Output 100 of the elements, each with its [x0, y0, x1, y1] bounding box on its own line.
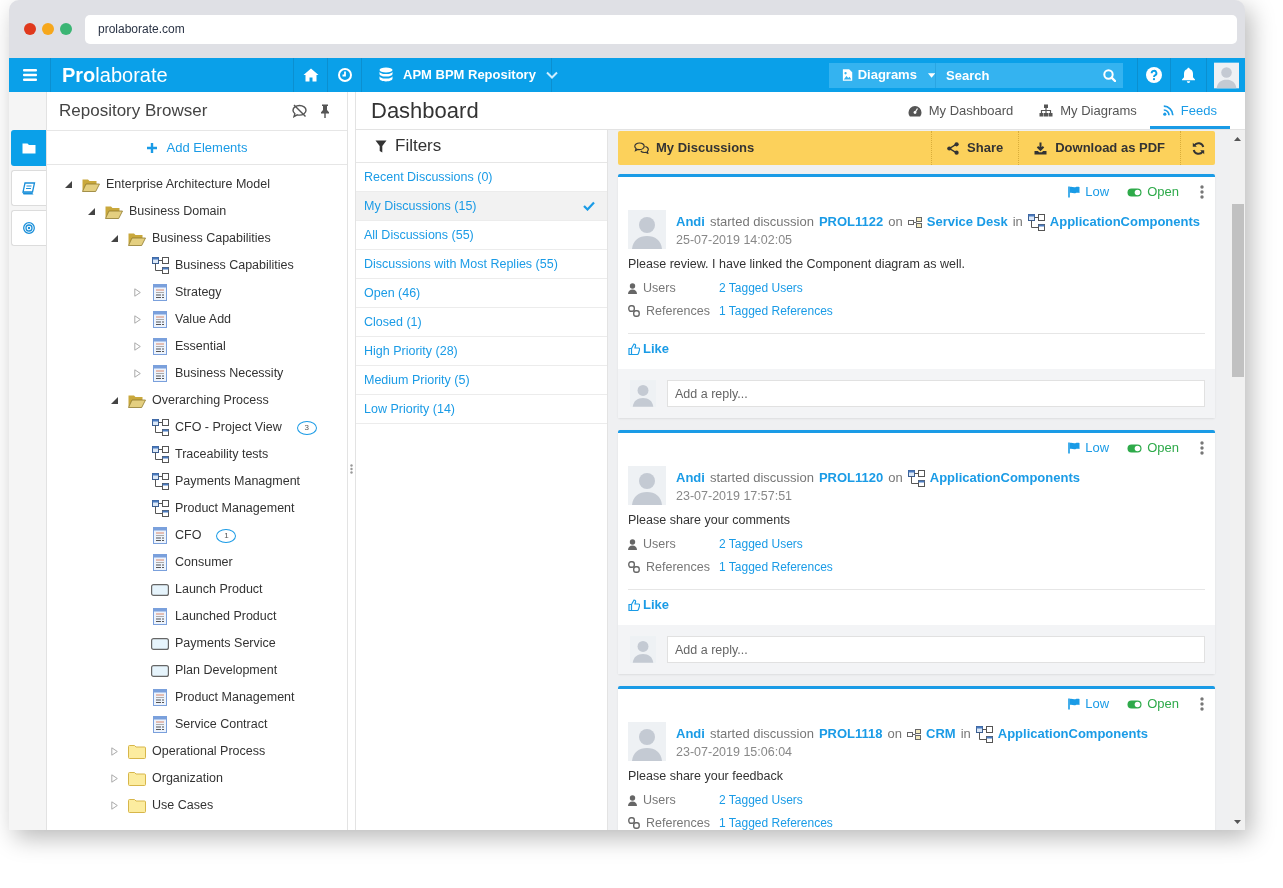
thumbs-up-icon	[628, 342, 640, 355]
tree-item-label[interactable]: Launch Product	[175, 580, 263, 599]
tagged-users-link[interactable]: 2 Tagged Users	[719, 279, 803, 297]
collapsed-arrow-icon[interactable]	[133, 342, 141, 351]
more-icon[interactable]	[1200, 185, 1204, 199]
page-title: Dashboard	[370, 97, 480, 125]
tree-item-label[interactable]: Launched Product	[175, 607, 277, 626]
window-minimize-icon[interactable]	[42, 23, 54, 35]
expanded-arrow-icon[interactable]	[110, 397, 118, 404]
comment-count[interactable]: 3	[296, 420, 317, 435]
tree-item-label[interactable]: Overarching Process	[152, 391, 269, 410]
database-icon	[379, 67, 393, 83]
tree-item-label[interactable]: CFO	[175, 526, 202, 545]
tree-item-label[interactable]: Business Capabilities	[175, 256, 294, 275]
diagram-link[interactable]: ApplicationComponents	[929, 469, 1080, 487]
rectangle-icon	[151, 664, 169, 677]
address-field[interactable]: prolaborate.com	[85, 14, 1237, 44]
status-label: Open	[1147, 439, 1179, 458]
tree-item-label[interactable]: Essential	[175, 337, 226, 356]
window-close-icon[interactable]	[24, 23, 36, 35]
side-tab[interactable]	[11, 130, 46, 166]
repository-dropdown[interactable]: APM BPM Repository	[362, 58, 558, 92]
tree-item-label[interactable]: Business Domain	[129, 202, 227, 221]
toolbar-button[interactable]: Download as PDF	[1018, 131, 1180, 165]
home-icon[interactable]	[302, 68, 319, 82]
tree-item-label[interactable]: Service Contract	[175, 715, 268, 734]
element-link[interactable]: Service Desk	[926, 213, 1008, 231]
search-field[interactable]: Search	[935, 62, 1095, 88]
filters-title: Filters	[395, 135, 442, 158]
collapsed-arrow-icon[interactable]	[133, 288, 141, 297]
collapsed-arrow-icon[interactable]	[110, 801, 118, 810]
tree-item-label[interactable]: Payments Managment	[175, 472, 301, 491]
toggle-on-icon	[1127, 443, 1143, 453]
tree-item-label[interactable]: Value Add	[175, 310, 232, 329]
tree-item-label[interactable]: Payments Service	[175, 634, 276, 653]
filter-item[interactable]: My Discussions (15)	[356, 192, 607, 221]
flag-icon	[1068, 442, 1081, 454]
collapsed-arrow-icon[interactable]	[110, 747, 118, 756]
more-icon[interactable]	[1200, 441, 1204, 455]
discussion-id-link[interactable]: PROL1120	[818, 469, 884, 487]
tagged-users-link[interactable]: 2 Tagged Users	[719, 535, 803, 553]
search-button[interactable]	[1095, 62, 1123, 88]
diagram-link[interactable]: ApplicationComponents	[997, 725, 1148, 743]
collapsed-arrow-icon[interactable]	[133, 315, 141, 324]
diagram-link[interactable]: ApplicationComponents	[1049, 213, 1201, 231]
tagged-references-link[interactable]: 1 Tagged References	[719, 302, 833, 320]
collapsed-arrow-icon[interactable]	[110, 774, 118, 783]
tree-item-label[interactable]: Enterprise Architecture Model	[106, 175, 270, 194]
element-link[interactable]: CRM	[926, 725, 956, 743]
tree-item-label[interactable]: Business Capabilities	[152, 229, 271, 248]
author-link[interactable]: Andi	[676, 213, 705, 231]
comment-slash-icon[interactable]	[292, 104, 307, 118]
author-link[interactable]: Andi	[676, 725, 705, 743]
tagged-references-link[interactable]: 1 Tagged References	[719, 814, 833, 830]
tree-item-label[interactable]: Plan Development	[175, 661, 278, 680]
scroll-up-icon[interactable]	[1234, 137, 1241, 141]
grip-icon[interactable]	[350, 464, 353, 474]
diagrams-dropdown[interactable]: Diagrams	[829, 62, 935, 88]
toolbar-button[interactable]: Share	[931, 131, 1019, 165]
tree-item-label[interactable]: Traceability tests	[175, 445, 269, 464]
tagged-references-link[interactable]: 1 Tagged References	[719, 558, 833, 576]
discussion-id-link[interactable]: PROL1118	[818, 725, 883, 743]
avatar-icon[interactable]	[1213, 61, 1239, 89]
author-link[interactable]: Andi	[676, 469, 705, 487]
add-elements-button[interactable]: Add Elements	[146, 137, 248, 158]
window-zoom-icon[interactable]	[60, 23, 72, 35]
discussion-id-link[interactable]: PROL1122	[818, 213, 884, 231]
tree-item-label[interactable]: Operational Process	[152, 742, 266, 761]
bell-icon[interactable]	[1181, 67, 1196, 83]
like-button[interactable]: Like	[628, 597, 669, 612]
scroll-down-icon[interactable]	[1234, 820, 1241, 824]
clock-icon[interactable]	[337, 68, 352, 82]
scrollbar-thumb[interactable]	[1231, 204, 1244, 377]
comment-count[interactable]: 1	[216, 528, 237, 543]
expanded-arrow-icon[interactable]	[87, 208, 95, 215]
tagged-users-link[interactable]: 2 Tagged Users	[719, 791, 803, 809]
side-tab[interactable]	[11, 210, 46, 246]
like-button[interactable]: Like	[628, 341, 669, 356]
tree-item-label[interactable]: Business Necessity	[175, 364, 284, 383]
tree-item-label[interactable]: Organization	[152, 769, 223, 788]
reply-field[interactable]: Add a reply...	[667, 380, 1205, 407]
side-tab[interactable]	[11, 170, 46, 206]
tree-item-label[interactable]: Product Management	[175, 688, 295, 707]
tree-item-label[interactable]: Consumer	[175, 553, 233, 572]
expanded-arrow-icon[interactable]	[64, 181, 72, 188]
refresh-icon[interactable]	[1191, 141, 1205, 155]
tab[interactable]: My Diagrams	[1026, 92, 1150, 129]
expanded-arrow-icon[interactable]	[110, 235, 118, 242]
class-icon	[153, 716, 167, 733]
pin-icon[interactable]	[320, 104, 330, 118]
menu-icon[interactable]	[22, 69, 37, 81]
tab[interactable]: My Dashboard	[894, 92, 1027, 129]
tree-item-label[interactable]: CFO - Project View	[175, 418, 282, 437]
reply-field[interactable]: Add a reply...	[667, 636, 1205, 663]
tree-item-label[interactable]: Product Management	[175, 499, 295, 518]
tree-item-label[interactable]: Strategy	[175, 283, 222, 302]
help-icon[interactable]	[1146, 67, 1162, 83]
collapsed-arrow-icon[interactable]	[133, 369, 141, 378]
tree-item-label[interactable]: Use Cases	[152, 796, 214, 815]
more-icon[interactable]	[1200, 697, 1204, 711]
